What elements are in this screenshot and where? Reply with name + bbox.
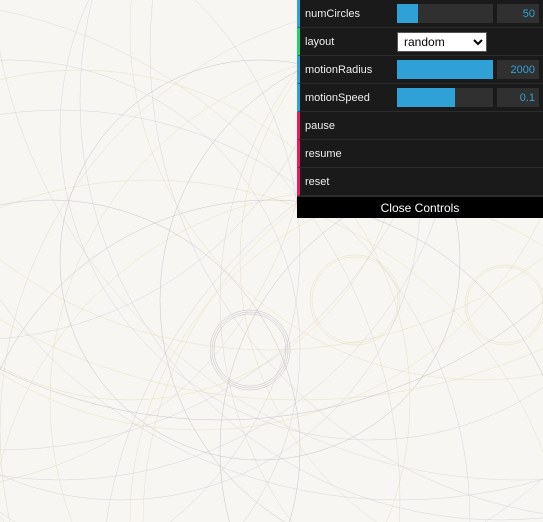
row-motionRadius: motionRadius xyxy=(297,56,543,84)
label-numCircles: numCircles xyxy=(305,8,397,20)
label-motionRadius: motionRadius xyxy=(305,64,397,76)
label-motionSpeed: motionSpeed xyxy=(305,92,397,104)
row-layout: layout random xyxy=(297,28,543,56)
label-layout: layout xyxy=(305,36,397,48)
label-reset: reset xyxy=(305,176,397,188)
input-motionRadius[interactable] xyxy=(497,60,539,79)
input-numCircles[interactable] xyxy=(497,4,539,23)
slider-numCircles[interactable] xyxy=(397,4,493,23)
slider-motionRadius[interactable] xyxy=(397,60,493,79)
row-numCircles: numCircles xyxy=(297,0,543,28)
controls-panel: numCircles layout random motionRadius mo… xyxy=(297,0,543,218)
button-pause[interactable]: pause xyxy=(297,112,543,140)
slider-fill xyxy=(397,4,418,23)
select-layout[interactable]: random xyxy=(397,32,487,52)
button-resume[interactable]: resume xyxy=(297,140,543,168)
input-motionSpeed[interactable] xyxy=(497,88,539,107)
close-controls-button[interactable]: Close Controls xyxy=(297,196,543,218)
row-motionSpeed: motionSpeed xyxy=(297,84,543,112)
button-reset[interactable]: reset xyxy=(297,168,543,196)
slider-fill xyxy=(397,60,493,79)
slider-fill xyxy=(397,88,455,107)
slider-motionSpeed[interactable] xyxy=(397,88,493,107)
label-resume: resume xyxy=(305,148,397,160)
label-pause: pause xyxy=(305,120,397,132)
